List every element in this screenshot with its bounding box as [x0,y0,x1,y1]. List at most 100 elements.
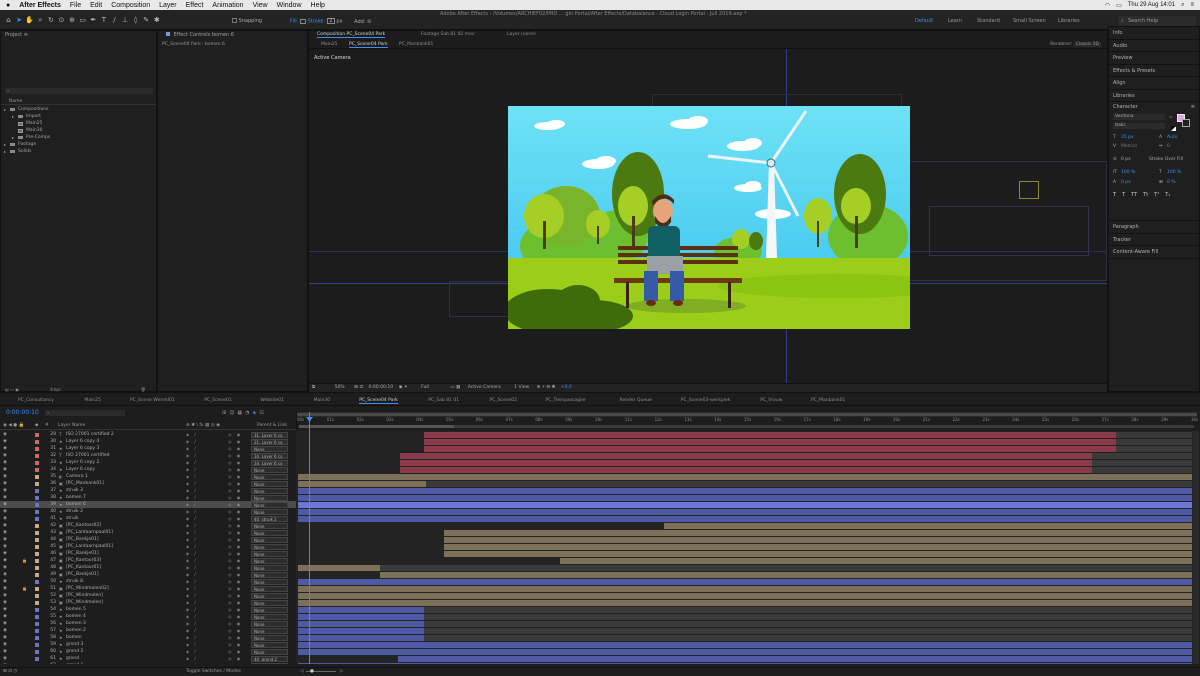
visibility-eye-icon[interactable]: ◉ [3,494,7,501]
layer-name[interactable]: ISO 27001 certified 2 [66,431,184,438]
time-ruler-area[interactable]: 00s 01s 02s 03s 04s 05s 06s 07s 08s 09s 10s 11s 12s 1… [296,412,1198,430]
layer-row[interactable]: ◉ 60 ★ grond 2 ◈ / ◎ ◉ None [0,648,296,655]
view-layout-dropdown[interactable]: 1 View [514,385,529,390]
wifi-icon[interactable]: ◠ [1105,2,1110,9]
layer-switches[interactable]: ◈ / [186,487,198,494]
layer-switches[interactable]: ◈ / [186,543,198,550]
layer-mode-switches[interactable]: ◎ ◉ [228,641,242,648]
layer-duration-bar[interactable] [664,522,1192,529]
layer-switches[interactable]: ◈ / [186,606,198,613]
layer-mode-switches[interactable]: ◎ ◉ [228,634,242,641]
parent-dropdown[interactable]: None [251,634,288,641]
layer-mode-switches[interactable]: ◎ ◉ [228,606,242,613]
label-color[interactable] [35,467,39,472]
layer-switches[interactable]: ◈ / [186,515,198,522]
fast-previews-icon[interactable]: ⚡ [542,385,545,390]
parent-dropdown[interactable]: None [251,557,288,564]
layer-row[interactable]: ◉ 37 ★ struik 3 ◈ / ◎ ◉ None [0,487,296,494]
parent-dropdown[interactable]: None [251,606,288,613]
layer-name[interactable]: struik 2 [66,508,184,515]
panel-effects-presets[interactable]: Effects & Presets [1109,65,1199,77]
layer-duration-bar[interactable] [560,557,1192,564]
layer-row[interactable]: ◉ 34 ★ Layer 6 copy ◈ / ◎ ◉ None [0,466,296,473]
disclosure-triangle-icon[interactable]: ▸ [12,134,16,141]
layer-mode-switches[interactable]: ◎ ◉ [228,571,242,578]
layer-mode-switches[interactable]: ◎ ◉ [228,620,242,627]
layer-row[interactable]: ◉ 35 ◐ Camera 1 ◈ / ◎ ◉ None [0,473,296,480]
layer-name[interactable]: bomen 2 [66,627,184,634]
workspace-learn[interactable]: Learn [948,18,962,24]
layer-switches[interactable]: ◈ / [186,452,198,459]
layer-duration-bar[interactable] [444,536,1192,543]
type-style-button[interactable]: T [1113,192,1116,198]
layer-switches[interactable]: ◈ / [186,466,198,473]
orbit-camera-icon[interactable]: ⊙ [57,16,66,25]
layer-mode-switches[interactable]: ◎ ◉ [228,592,242,599]
menu-edit[interactable]: Edit [90,2,102,9]
layer-switches[interactable]: ◈ / [186,508,198,515]
layer-switches[interactable]: ◈ / [186,480,198,487]
type-style-button[interactable]: T [1122,192,1125,198]
layer-mode-switches[interactable]: ◎ ◉ [228,452,242,459]
kerning-value[interactable]: Metrics [1121,144,1137,149]
layer-row[interactable]: ◉ 38 ★ bomen 7 ◈ / ◎ ◉ None [0,494,296,501]
layer-row[interactable]: ◉ 44 ▣ [PC_Bankje01] ◈ / ◎ ◉ None [0,536,296,543]
visibility-eye-icon[interactable]: ◉ [3,564,7,571]
parent-dropdown[interactable]: None [251,578,288,585]
lock-icon[interactable]: 🔒 [22,557,27,564]
panel-align[interactable]: Align [1109,77,1199,90]
visibility-eye-icon[interactable]: ◉ [3,508,7,515]
layer-mode-switches[interactable]: ◎ ◉ [228,473,242,480]
layer-switches[interactable]: ◈ / [186,620,198,627]
timeline-tab[interactable]: PC_Consultancy [18,398,54,403]
menu-window[interactable]: Window [277,2,302,9]
layer-name[interactable]: [PC_Manbank01] [66,480,184,487]
pen-tool-icon[interactable]: ✒ [89,16,98,25]
project-panel-title[interactable]: Project ≡ [1,31,156,40]
fit-icon[interactable]: ⊞ [354,385,358,390]
layer-duration-bar[interactable] [398,655,1192,662]
tsume-value[interactable]: 0 % [1167,180,1176,185]
layer-duration-bar[interactable] [444,550,1192,557]
parent-dropdown[interactable]: None [251,592,288,599]
layer-name[interactable]: grond [66,655,184,662]
layer-switches[interactable]: ◈ / [186,494,198,501]
visibility-eye-icon[interactable]: ◉ [3,452,7,459]
layer-switches[interactable]: ◈ / [186,634,198,641]
layer-mode-switches[interactable]: ◎ ◉ [228,662,242,664]
type-style-button[interactable]: Tt [1143,192,1148,198]
layer-name[interactable]: Layer 6 copy 4 [66,438,184,445]
visibility-eye-icon[interactable]: ◉ [3,620,7,627]
layer-row[interactable]: ◉ 41 ★ struik ◈ / ◎ ◉ 40. struik 2 [0,515,296,522]
layer-name[interactable]: [PC_Windmolen02] [66,585,184,592]
character-panel-title[interactable]: Character ≡ [1109,102,1199,112]
project-item[interactable]: ▸ Footage [1,141,156,148]
layer-row[interactable]: ◉ 61 ★ grond ◈ / ◎ ◉ 40. grond 2 [0,655,296,662]
timeline-tab[interactable]: PC_Treinpassagier [545,398,586,403]
exposure-value[interactable]: +0,0 [561,385,572,390]
layer-name[interactable]: struik 3 [66,487,184,494]
layer-switches[interactable]: ◈ / [186,592,198,599]
leading-value[interactable]: Auto [1167,135,1177,140]
layer-duration-bar[interactable] [400,466,1092,473]
layer-row[interactable]: ◉ 58 ★ bomen ◈ / ◎ ◉ None [0,634,296,641]
menu-layer[interactable]: Layer [159,2,177,9]
label-color[interactable] [35,649,39,654]
layer-duration-bar[interactable] [298,606,424,613]
layer-mode-switches[interactable]: ◎ ◉ [228,550,242,557]
layer-name[interactable]: [PC_Kantoor01] [66,564,184,571]
add-icon[interactable]: ◎ [367,19,371,25]
timeline-scrollbar[interactable] [1193,431,1199,664]
timeline-search-input[interactable]: ⌕ [45,410,125,416]
font-size-value[interactable]: 35 px [1121,135,1134,140]
layer-name[interactable]: [PC_Lantaarnpaal01] [66,529,184,536]
stroke-unit[interactable]: px [336,19,342,25]
parent-dropdown[interactable]: 34. Layer 6 co [251,452,288,459]
visibility-eye-icon[interactable]: ◉ [3,445,7,452]
roto-tool-icon[interactable]: ✎ [142,16,151,25]
timeline-icon[interactable]: ⊟ [546,385,550,390]
label-color[interactable] [35,460,39,465]
disclosure-triangle-icon[interactable]: ▸ [4,148,8,155]
layer-duration-bar[interactable] [298,613,424,620]
layer-mode-switches[interactable]: ◎ ◉ [228,487,242,494]
